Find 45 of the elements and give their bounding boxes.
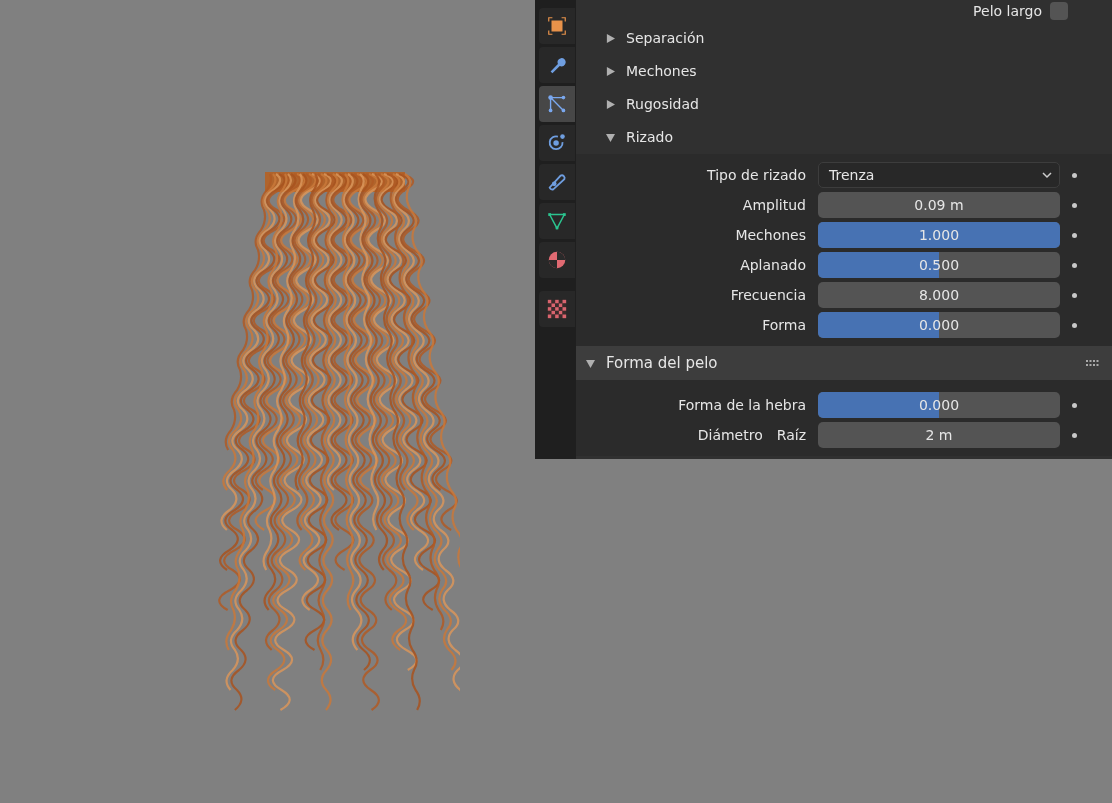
dropdown[interactable]: Trenza [818, 162, 1060, 188]
property-label: Amplitud [742, 195, 806, 215]
sidebar-tab[interactable] [539, 47, 575, 83]
sidebar-tab[interactable] [539, 8, 575, 44]
drag-handle-icon[interactable] [1086, 359, 1100, 367]
sidebar-tab[interactable] [539, 203, 575, 239]
keyframe-dot[interactable] [1072, 402, 1077, 408]
chevron-down-icon [1041, 169, 1053, 181]
subpanel-header[interactable]: Mechones [576, 55, 1112, 88]
keyframe-dot[interactable] [1072, 432, 1077, 438]
sidebar-tab[interactable] [539, 242, 575, 278]
option-label: Pelo largo [973, 1, 1042, 21]
property-label: Forma de la hebra [678, 395, 806, 415]
subpanel-header[interactable]: Rugosidad [576, 88, 1112, 121]
object-icon [546, 15, 568, 37]
link-icon [546, 171, 568, 193]
checker-icon [546, 298, 568, 320]
keyframe-dot[interactable] [1072, 292, 1077, 298]
number-field[interactable]: 8.000 [818, 282, 1060, 308]
number-field[interactable]: 0.09 m [818, 192, 1060, 218]
slider[interactable]: 1.000 [818, 222, 1060, 248]
property-label: Mechones [735, 225, 806, 245]
number-field[interactable]: 2 m [818, 422, 1060, 448]
triangle-icon [546, 210, 568, 232]
keyframe-dot[interactable] [1072, 232, 1077, 238]
property-label: Forma [762, 315, 806, 335]
keyframe-dot[interactable] [1072, 202, 1077, 208]
keyframe-dot[interactable] [1072, 262, 1077, 268]
sidebar-tab[interactable] [539, 291, 575, 327]
subpanel-header[interactable]: Rizado [576, 121, 1112, 154]
keyframe-dot[interactable] [1072, 172, 1077, 178]
checkbox[interactable] [1050, 2, 1068, 20]
property-label: Tipo de rizado [707, 165, 806, 185]
particles-icon [546, 93, 568, 115]
sidebar-tab[interactable] [539, 86, 575, 122]
property-label: Frecuencia [730, 285, 806, 305]
property-label: Diámetro [697, 425, 763, 445]
panel-header[interactable]: Forma del pelo [576, 346, 1112, 380]
keyframe-dot[interactable] [1072, 322, 1077, 328]
property-label: Raíz [776, 425, 806, 445]
sphere-icon [546, 249, 568, 271]
property-label: Aplanado [740, 255, 806, 275]
subpanel-header[interactable]: Separación [576, 22, 1112, 55]
sidebar-tab[interactable] [539, 125, 575, 161]
sidebar-tab[interactable] [539, 164, 575, 200]
